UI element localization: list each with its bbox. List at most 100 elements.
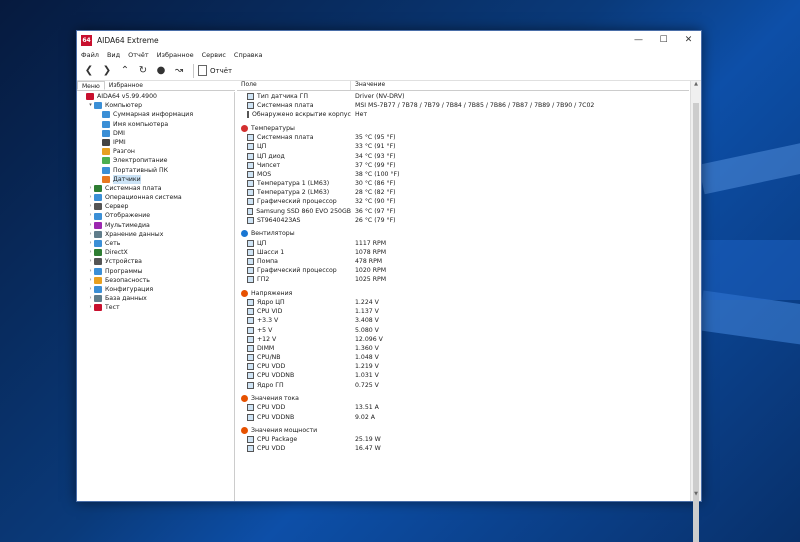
chevron-right-icon[interactable]: › (87, 239, 94, 248)
table-row[interactable]: Чипсет 37 °C (99 °F) (237, 161, 689, 170)
table-row[interactable]: CPU VDD 16.47 W (237, 444, 689, 453)
chevron-right-icon[interactable]: › (87, 303, 94, 312)
tree-item[interactable]: › DirectX (77, 248, 234, 257)
maximize-button[interactable]: ☐ (651, 31, 676, 49)
table-row[interactable]: Шасси 1 1078 RPM (237, 248, 689, 257)
table-row[interactable]: DIMM 1.360 V (237, 344, 689, 353)
up-icon[interactable]: ⌃ (117, 63, 133, 79)
table-row[interactable]: Ядро ГП 0.725 V (237, 381, 689, 390)
refresh-icon[interactable]: ↻ (135, 63, 151, 79)
tree-item-label: База данных (105, 295, 147, 303)
scroll-thumb[interactable] (693, 103, 699, 542)
chevron-right-icon[interactable]: › (87, 184, 94, 193)
table-row[interactable]: CPU VDDNB 9.02 A (237, 412, 689, 421)
tab-menu[interactable]: Меню (77, 81, 105, 90)
table-row[interactable]: ЦП диод 34 °C (93 °F) (237, 151, 689, 160)
tree-item[interactable]: Имя компьютера (77, 120, 234, 129)
tree-item[interactable]: › Устройства (77, 257, 234, 266)
table-row[interactable]: Системная плата MSI MS-7B77 / 7B78 / 7B79… (237, 101, 689, 110)
tree-item[interactable]: › Сервер (77, 202, 234, 211)
tree-item[interactable]: DMI (77, 129, 234, 138)
tree-item[interactable]: Разгон (77, 147, 234, 156)
table-row[interactable]: Графический процессор 1020 RPM (237, 266, 689, 275)
chevron-right-icon[interactable]: › (87, 202, 94, 211)
table-row[interactable]: Температура 1 (LM63) 30 °C (86 °F) (237, 179, 689, 188)
table-row[interactable]: Графический процессор 32 °C (90 °F) (237, 197, 689, 206)
table-row[interactable]: Тип датчика ГП Driver (NV-DRV) (237, 92, 689, 101)
tab-favorites[interactable]: Избранное (105, 81, 147, 90)
menu-favorites[interactable]: Избранное (157, 51, 194, 59)
table-row[interactable]: +12 V 12.096 V (237, 335, 689, 344)
tree-item[interactable]: Суммарная информация (77, 110, 234, 119)
report-icon[interactable] (198, 65, 207, 76)
table-row[interactable]: Ядро ЦП 1.224 V (237, 298, 689, 307)
minimize-button[interactable]: — (626, 31, 651, 49)
close-button[interactable]: ✕ (676, 31, 701, 49)
sensor-icon (247, 189, 254, 197)
table-row[interactable]: CPU VDDNB 1.031 V (237, 371, 689, 380)
table-row[interactable]: Температура 2 (LM63) 28 °C (82 °F) (237, 188, 689, 197)
table-row[interactable]: CPU VDD 13.51 A (237, 403, 689, 412)
forward-icon[interactable]: ❯ (99, 63, 115, 79)
table-row[interactable]: Системная плата 35 °C (95 °F) (237, 133, 689, 142)
back-icon[interactable]: ❮ (81, 63, 97, 79)
tree-item[interactable]: › Системная плата (77, 184, 234, 193)
chevron-right-icon[interactable]: › (87, 248, 94, 257)
chevron-right-icon[interactable]: › (87, 257, 94, 266)
tree-item[interactable]: › Программы (77, 267, 234, 276)
table-row[interactable]: CPU VID 1.137 V (237, 307, 689, 316)
table-row[interactable]: CPU VDD 1.219 V (237, 362, 689, 371)
tree-item[interactable]: ▾ Компьютер (77, 101, 234, 110)
tree-item[interactable]: › Операционная система (77, 193, 234, 202)
table-row[interactable]: +5 V 5.080 V (237, 325, 689, 334)
table-row[interactable]: Обнаружено вскрытие корпуса Нет (237, 110, 689, 119)
tree-item[interactable]: › Хранение данных (77, 230, 234, 239)
tree-item[interactable]: › Отображение (77, 211, 234, 220)
menu-report[interactable]: Отчёт (128, 51, 149, 59)
chevron-right-icon[interactable]: › (87, 221, 94, 230)
tree-item[interactable]: Датчики (77, 174, 234, 184)
table-row[interactable]: ST9640423AS 26 °C (79 °F) (237, 216, 689, 225)
tree-item[interactable]: Электропитание (77, 156, 234, 165)
chevron-right-icon[interactable]: › (87, 230, 94, 239)
scroll-up-icon[interactable]: ▲ (691, 81, 701, 91)
chevron-right-icon[interactable]: › (87, 294, 94, 303)
column-header-field[interactable]: Поле (237, 81, 351, 90)
menu-help[interactable]: Справка (234, 51, 263, 59)
menu-view[interactable]: Вид (107, 51, 120, 59)
table-row[interactable]: MOS 38 °C (100 °F) (237, 170, 689, 179)
table-row[interactable]: CPU/NB 1.048 V (237, 353, 689, 362)
sensor-icon (247, 207, 254, 215)
chevron-down-icon[interactable]: ▾ (87, 101, 94, 110)
table-row[interactable]: Помпа 478 RPM (237, 257, 689, 266)
column-header-value[interactable]: Значение (351, 81, 385, 90)
table-row[interactable]: ЦП 33 °C (91 °F) (237, 142, 689, 151)
tree-item[interactable]: AIDA64 v5.99.4900 (77, 92, 234, 101)
chart-icon[interactable]: ↝ (171, 63, 187, 79)
tree-item[interactable]: › Тест (77, 303, 234, 312)
chevron-right-icon[interactable]: › (87, 193, 94, 202)
tree-item[interactable]: › База данных (77, 294, 234, 303)
table-row[interactable]: ЦП 1117 RPM (237, 238, 689, 247)
menu-tools[interactable]: Сервис (202, 51, 226, 59)
tree-item[interactable]: IPMI (77, 138, 234, 147)
vertical-scrollbar[interactable]: ▲ ▼ (690, 81, 701, 542)
tree-item[interactable]: Портативный ПК (77, 166, 234, 175)
chevron-right-icon[interactable]: › (87, 267, 94, 276)
chevron-right-icon[interactable]: › (87, 276, 94, 285)
table-row[interactable]: ГП2 1025 RPM (237, 275, 689, 284)
tree-item[interactable]: › Сеть (77, 239, 234, 248)
chevron-right-icon[interactable]: › (87, 285, 94, 294)
chevron-right-icon[interactable]: › (87, 211, 94, 220)
table-row[interactable]: +3.3 V 3.408 V (237, 316, 689, 325)
title-bar[interactable]: 64 AIDA64 Extreme — ☐ ✕ (77, 31, 701, 49)
table-row[interactable]: Samsung SSD 860 EVO 250GB 36 °C (97 °F) (237, 207, 689, 216)
tree-item[interactable]: › Конфигурация (77, 285, 234, 294)
tree-item[interactable]: › Безопасность (77, 276, 234, 285)
menu-file[interactable]: Файл (81, 51, 99, 59)
tree-item[interactable]: › Мультимедиа (77, 221, 234, 230)
user-icon[interactable]: ● (153, 63, 169, 79)
scroll-down-icon[interactable]: ▼ (691, 491, 701, 501)
table-row[interactable]: CPU Package 25.19 W (237, 435, 689, 444)
report-button[interactable]: Отчёт (210, 67, 232, 75)
